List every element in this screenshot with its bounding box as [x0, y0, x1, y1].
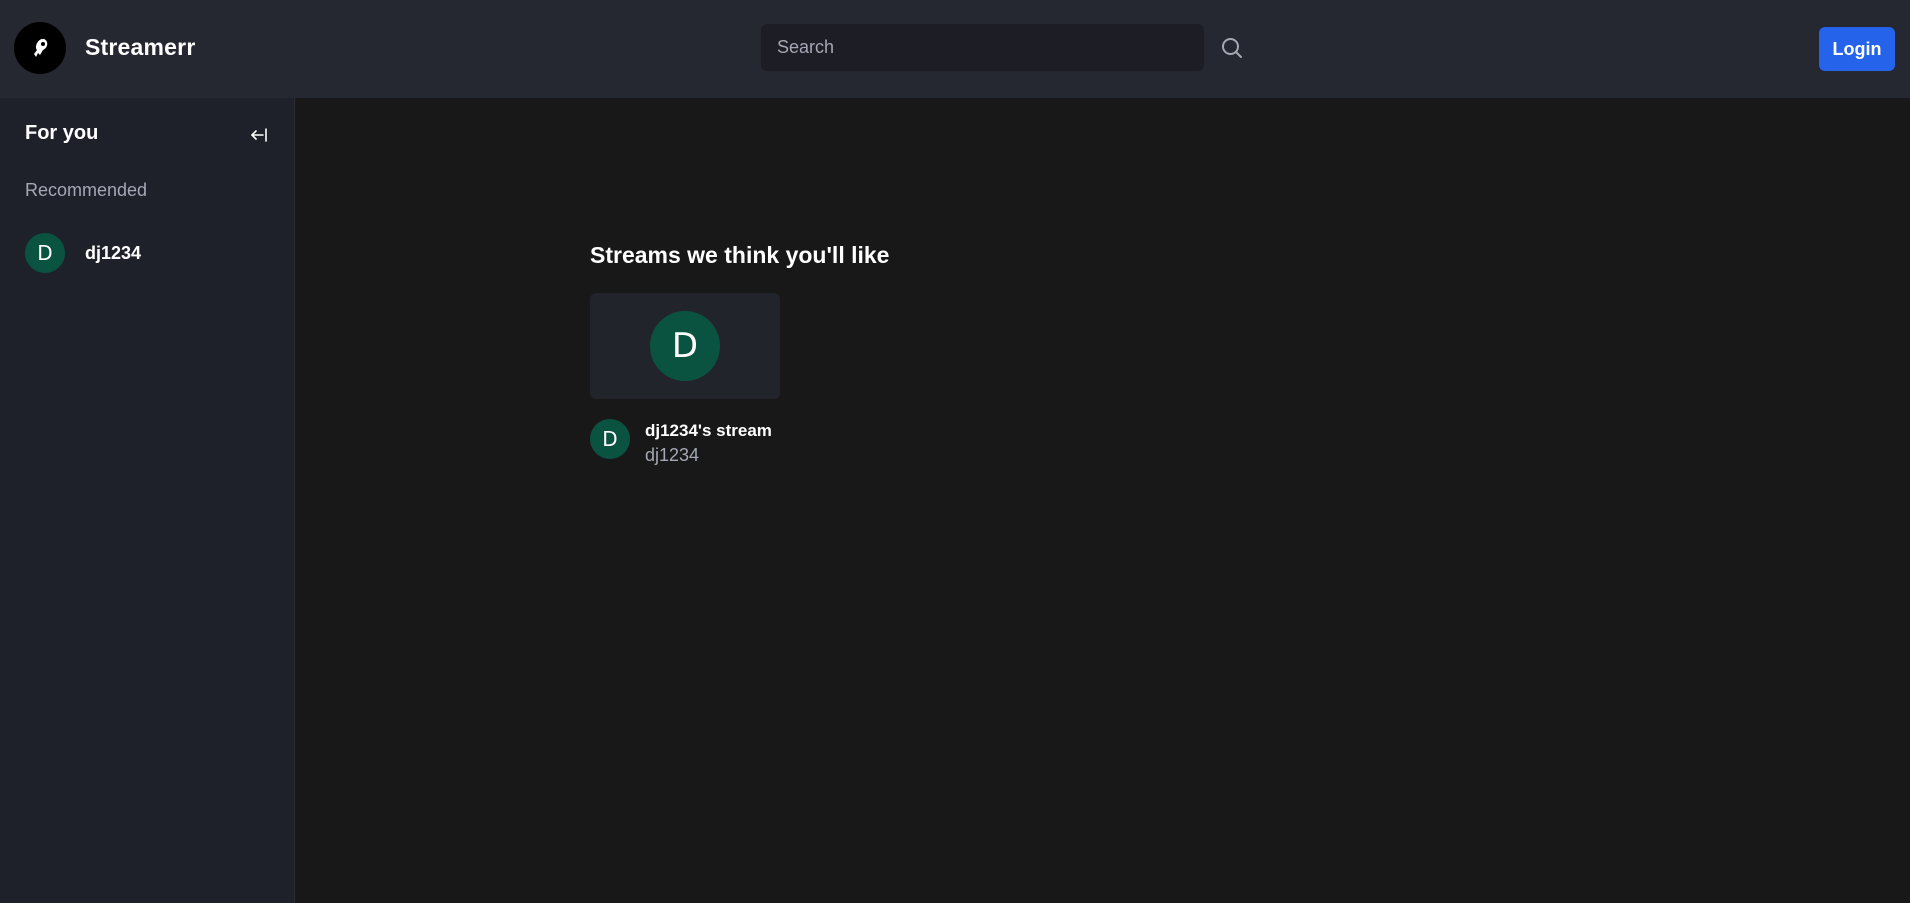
- avatar: D: [650, 311, 720, 381]
- avatar: D: [25, 233, 65, 273]
- sidebar: For you Recommended D dj1234: [0, 98, 295, 903]
- stream-thumbnail[interactable]: D: [590, 293, 780, 399]
- page-title: Streams we think you'll like: [590, 242, 890, 268]
- sidebar-item-dj1234[interactable]: D dj1234: [25, 233, 275, 273]
- sidebar-item-label: dj1234: [85, 242, 142, 263]
- stream-info: D dj1234's stream dj1234: [590, 419, 780, 467]
- sidebar-title: For you: [25, 122, 99, 144]
- stream-card[interactable]: D D dj1234's stream dj1234: [590, 293, 780, 467]
- brand-name[interactable]: Streamerr: [85, 34, 195, 61]
- search-icon[interactable]: [1218, 34, 1246, 62]
- logo-icon[interactable]: [14, 22, 66, 74]
- stream-username: dj1234: [645, 445, 700, 465]
- avatar[interactable]: D: [590, 419, 630, 459]
- login-button[interactable]: Login: [1819, 27, 1895, 71]
- search-field[interactable]: [761, 24, 1204, 71]
- stream-title[interactable]: dj1234's stream: [645, 421, 772, 441]
- top-navbar: Streamerr Login: [0, 0, 1910, 98]
- recommended-label: Recommended: [25, 180, 148, 200]
- arrow-left-to-line-icon[interactable]: [246, 122, 272, 148]
- search-input[interactable]: [777, 37, 1204, 58]
